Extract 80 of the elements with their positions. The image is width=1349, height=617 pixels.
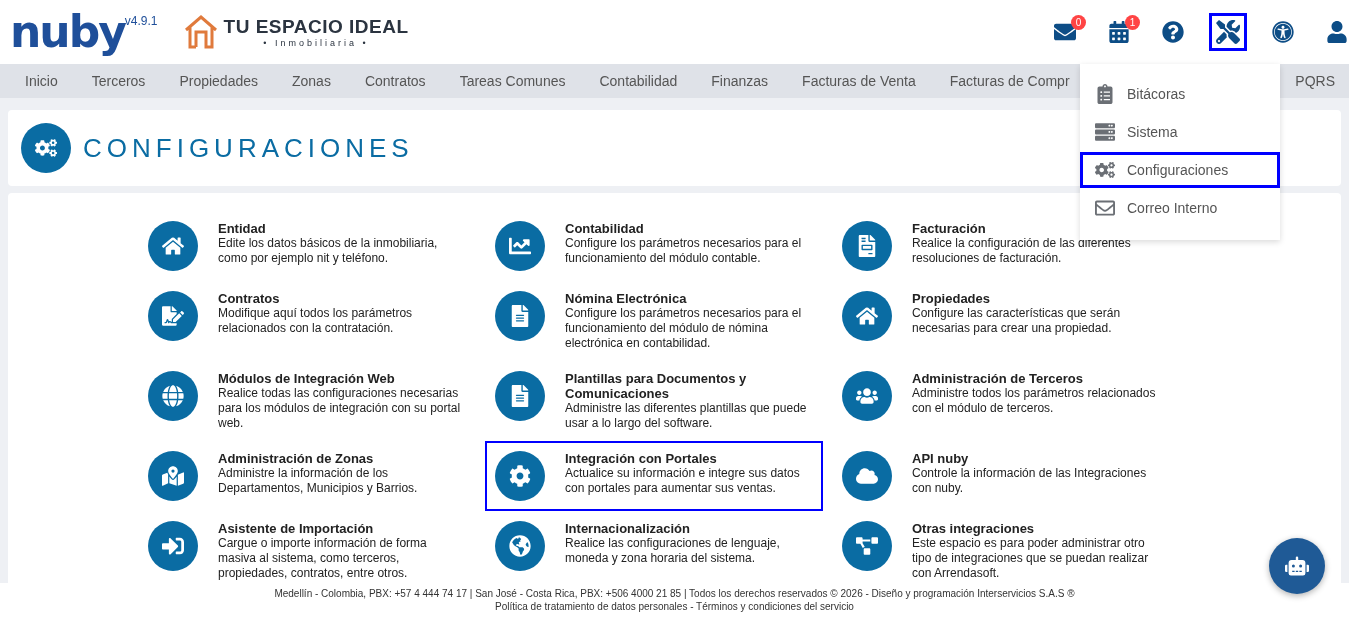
module-title[interactable]: Contabilidad bbox=[565, 221, 813, 236]
document-icon bbox=[495, 291, 545, 341]
nav-item[interactable]: Tareas Comunes bbox=[459, 73, 566, 89]
module-description: Edite los datos básicos de la inmobiliaria, como por ejemplo nit y teléfono. bbox=[218, 236, 439, 266]
robot-icon bbox=[1285, 554, 1309, 578]
count-badge: 1 bbox=[1125, 15, 1140, 30]
brand-tagline: • Inmobiliaria • bbox=[263, 38, 369, 48]
nav-item[interactable]: Facturas de Venta bbox=[802, 73, 916, 89]
chart-icon bbox=[495, 221, 545, 271]
nav-item[interactable]: Contratos bbox=[364, 73, 426, 89]
module-title[interactable]: API nuby bbox=[912, 451, 1160, 466]
module-description: Cargue o importe información de forma masiva al sistema, como terceros, propiedades, contratos, entre otros. bbox=[218, 536, 428, 581]
module-title[interactable]: Asistente de Importación bbox=[218, 521, 466, 536]
nav-item[interactable]: Facturas de Compr bbox=[949, 73, 1070, 89]
invoice-icon bbox=[842, 221, 892, 271]
nav-item[interactable]: Contabilidad bbox=[599, 73, 678, 89]
module-description: Este espacio es para poder administrar otro tipo de integraciones que se puedan realizar con Arrendasoft. bbox=[912, 536, 1150, 581]
signed-document-icon bbox=[148, 291, 198, 341]
footer-text: Medellín - Colombia, PBX: +57 4 444 74 17 | San José - Costa Rica, PBX: +506 4000 21 85 | Todos los derechos reservados © 2026 - Diseño y programación Interservicios S.A.S ® bbox=[274, 587, 1075, 600]
nav-item[interactable]: Zonas bbox=[292, 73, 331, 89]
nav-item[interactable]: Finanzas bbox=[711, 73, 769, 89]
module-description: Realice las configuraciones de lenguaje, moneda y zona horaria del sistema. bbox=[565, 536, 781, 566]
import-icon bbox=[148, 521, 198, 571]
module-description: Actualice su información e integre sus datos con portales para aumentar sus ventas. bbox=[565, 466, 801, 496]
gear-icon bbox=[495, 451, 545, 501]
version-label: v4.9.1 bbox=[124, 14, 158, 28]
module-description: Configure los parámetros necesarios para el funcionamiento del módulo de nómina electrónica en contabilidad. bbox=[565, 306, 803, 351]
module-title[interactable]: Integración con Portales bbox=[565, 451, 813, 466]
nav-item[interactable]: Terceros bbox=[91, 73, 146, 89]
module-description: Administre la información de los Departamentos, Municipios y Barrios. bbox=[218, 466, 419, 496]
cloud-icon bbox=[842, 451, 892, 501]
module-description: Administre las diferentes plantillas que puede usar a lo largo del software. bbox=[565, 401, 808, 431]
map-icon bbox=[148, 451, 198, 501]
gears-icon bbox=[1095, 160, 1115, 180]
module-description: Modifique aquí todos los parámetros relacionados con la contratación. bbox=[218, 306, 414, 336]
globe-icon bbox=[495, 521, 545, 571]
user-icon bbox=[1326, 21, 1348, 43]
menu-item[interactable]: Sistema bbox=[1080, 114, 1280, 150]
house-icon bbox=[842, 291, 892, 341]
calendar-icon bbox=[1108, 21, 1130, 43]
module-title[interactable]: Módulos de Integración Web bbox=[218, 371, 466, 386]
module-description: Realice la configuración de las diferentes resoluciones de facturación. bbox=[912, 236, 1132, 266]
users-icon bbox=[842, 371, 892, 421]
module-description: Realice todas las configuraciones necesarias para los módulos de integración con su portal web. bbox=[218, 386, 462, 431]
module-description: Configure los parámetros necesarios para el funcionamiento del módulo contable. bbox=[565, 236, 803, 266]
house-logo-icon bbox=[183, 14, 218, 50]
brand-name: TU ESPACIO IDEAL bbox=[223, 16, 409, 38]
help-icon bbox=[1162, 21, 1184, 43]
mail-icon bbox=[1054, 21, 1076, 43]
footer-text: Política de tratamiento de datos personales - Términos y condiciones del servicio bbox=[495, 600, 854, 613]
count-badge: 0 bbox=[1071, 15, 1086, 30]
module-title[interactable]: Internacionalización bbox=[565, 521, 813, 536]
accessibility-icon bbox=[1272, 21, 1294, 43]
nav-item[interactable]: Propiedades bbox=[179, 73, 258, 89]
module-title[interactable]: Contratos bbox=[218, 291, 466, 306]
nav-item[interactable]: Inicio bbox=[25, 73, 58, 89]
module-title[interactable]: Propiedades bbox=[912, 291, 1160, 306]
settings-icon bbox=[1216, 20, 1240, 44]
settings-button[interactable] bbox=[1209, 13, 1247, 51]
network-icon bbox=[842, 521, 892, 571]
module-title[interactable]: Entidad bbox=[218, 221, 466, 236]
module-title[interactable]: Otras integraciones bbox=[912, 521, 1160, 536]
module-description: Administre todos los parámetros relacionados con el módulo de terceros. bbox=[912, 386, 1157, 416]
menu-item[interactable]: Correo Interno bbox=[1080, 190, 1280, 226]
house-icon bbox=[148, 221, 198, 271]
module-title[interactable]: Plantillas para Documentos y Comunicaciones bbox=[565, 371, 813, 401]
module-title[interactable]: Administración de Terceros bbox=[912, 371, 1160, 386]
module-description: Configure las características que serán necesarias para crear una propiedad. bbox=[912, 306, 1122, 336]
clipboard-icon bbox=[1095, 84, 1115, 104]
document-icon bbox=[495, 371, 545, 421]
menu-item[interactable]: Bitácoras bbox=[1080, 76, 1280, 112]
module-description: Controle la información de las Integraciones con nuby. bbox=[912, 466, 1148, 496]
page-title: CONFIGURACIONES bbox=[83, 132, 414, 164]
mail-icon bbox=[1095, 198, 1115, 218]
menu-item[interactable]: Configuraciones bbox=[1080, 152, 1280, 188]
module-title[interactable]: Nómina Electrónica bbox=[565, 291, 813, 306]
nav-item[interactable]: PQRS bbox=[1295, 73, 1335, 89]
module-title[interactable]: Administración de Zonas bbox=[218, 451, 466, 466]
globe-icon bbox=[148, 371, 198, 421]
logo: nuby bbox=[10, 10, 125, 54]
